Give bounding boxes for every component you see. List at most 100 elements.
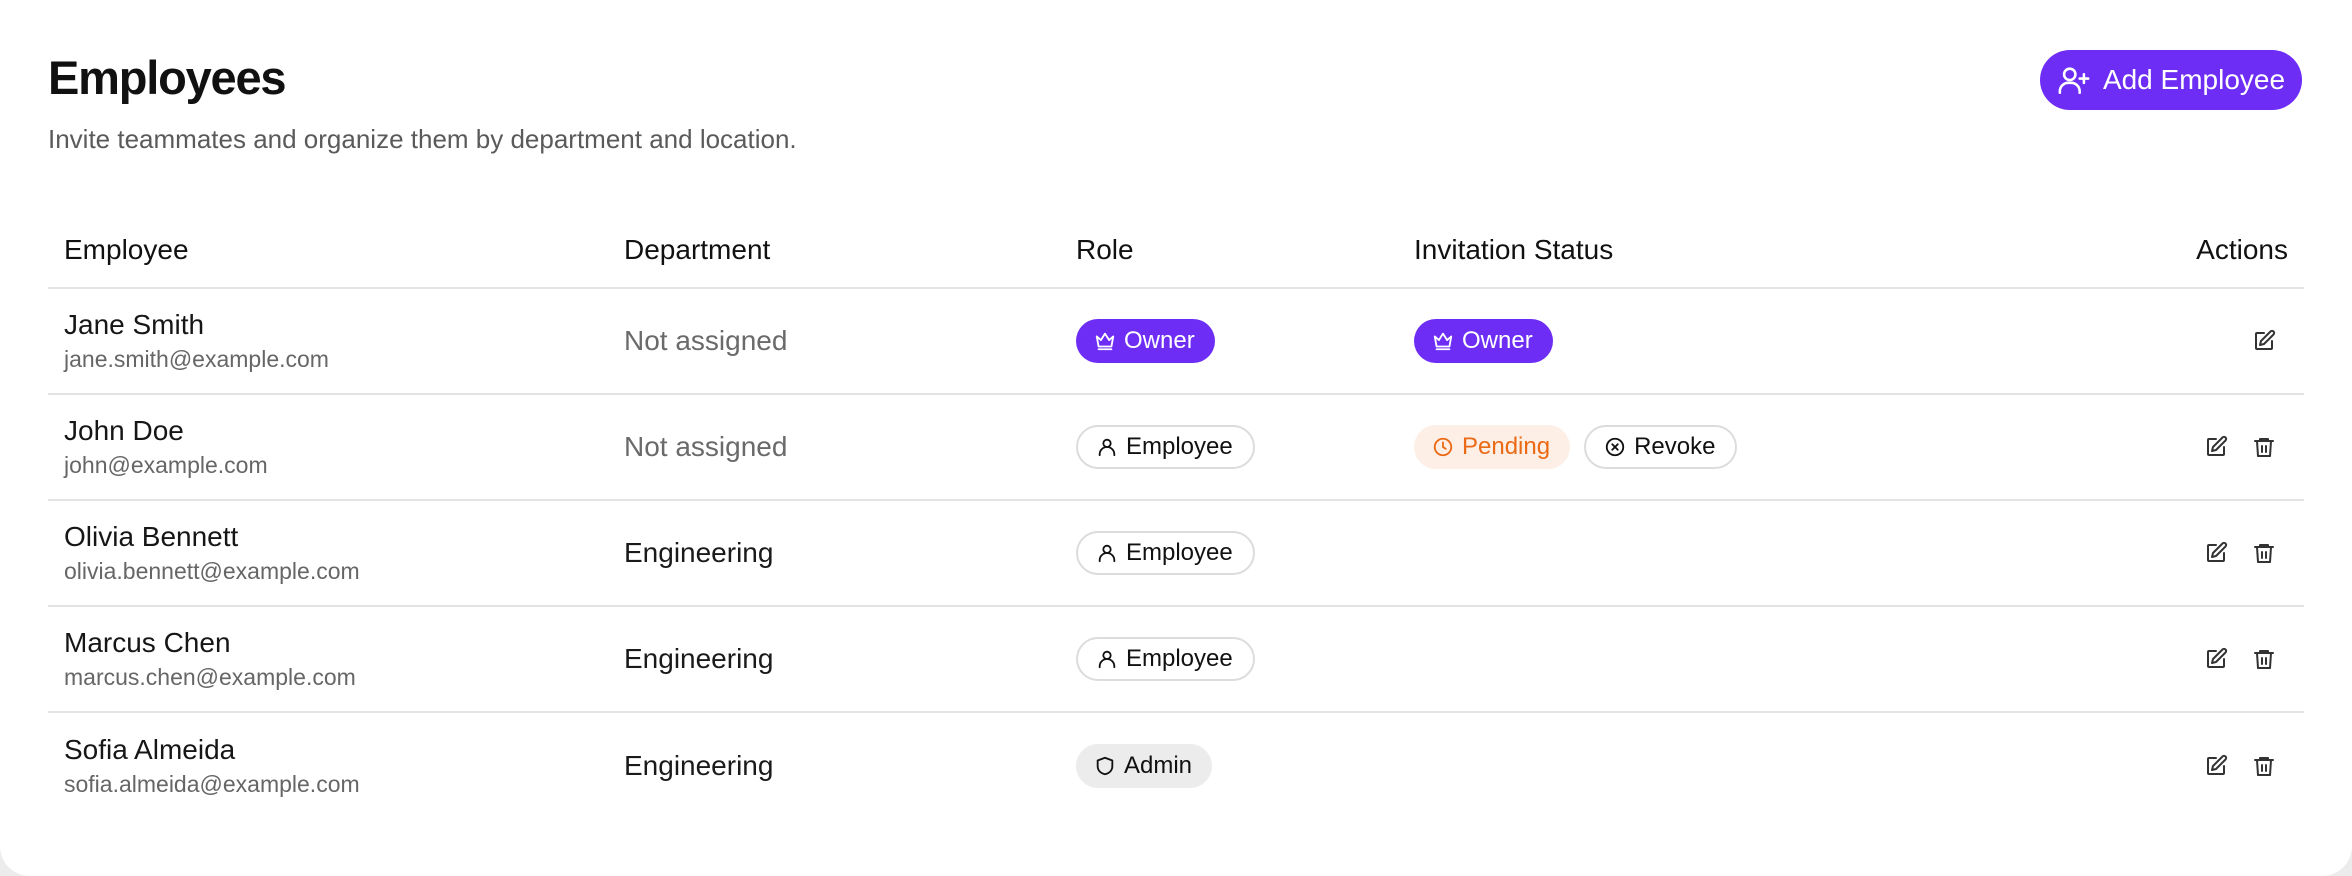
revoke-invitation-button[interactable]: Revoke <box>1584 425 1738 469</box>
edit-icon <box>2204 541 2228 565</box>
trash-icon <box>2252 541 2276 565</box>
department-value: Not assigned <box>624 431 788 462</box>
employees-card: Employees Invite teammates and organize … <box>0 0 2352 876</box>
actions-cell <box>2098 288 2304 395</box>
crown-icon <box>1432 330 1454 352</box>
employees-table: Employee Department Role Invitation Stat… <box>48 212 2304 818</box>
table-header-row: Employee Department Role Invitation Stat… <box>48 212 2304 289</box>
add-employee-button[interactable]: Add Employee <box>2040 50 2302 110</box>
edit-employee-button[interactable] <box>2200 643 2232 675</box>
employee-name: Olivia Bennett <box>64 521 239 552</box>
department-cell: Engineering <box>608 500 1060 607</box>
column-header-department: Department <box>608 212 1060 289</box>
employee-email: john@example.com <box>64 452 268 478</box>
invitation-status-cell <box>1398 712 2098 818</box>
employee-cell: Sofia Almeida sofia.almeida@example.com <box>48 712 608 818</box>
department-value: Engineering <box>624 643 774 674</box>
invitation-status-cell <box>1398 500 2098 607</box>
delete-employee-button[interactable] <box>2248 431 2280 463</box>
department-value: Not assigned <box>624 325 788 356</box>
column-header-role: Role <box>1060 212 1398 289</box>
clock-icon <box>1432 436 1454 458</box>
trash-icon <box>2252 754 2276 778</box>
edit-icon <box>2204 754 2228 778</box>
department-cell: Engineering <box>608 712 1060 818</box>
table-row: Jane Smith jane.smith@example.com Not as… <box>48 288 2304 395</box>
table-row: Olivia Bennett olivia.bennett@example.co… <box>48 500 2304 607</box>
user-icon <box>1096 436 1118 458</box>
actions-cell <box>2098 712 2304 818</box>
status-badge-label: Owner <box>1462 327 1533 354</box>
edit-employee-button[interactable] <box>2248 325 2280 357</box>
role-badge: Employee <box>1076 425 1255 469</box>
user-icon <box>1096 542 1118 564</box>
delete-employee-button[interactable] <box>2248 537 2280 569</box>
revoke-label: Revoke <box>1634 433 1716 460</box>
role-badge: Owner <box>1076 319 1215 363</box>
employee-cell: Olivia Bennett olivia.bennett@example.co… <box>48 500 608 607</box>
column-header-actions: Actions <box>2098 212 2304 289</box>
invitation-status-cell: Owner <box>1398 288 2098 395</box>
delete-employee-button[interactable] <box>2248 643 2280 675</box>
role-badge: Admin <box>1076 743 1213 788</box>
page-subtitle: Invite teammates and organize them by de… <box>48 124 797 154</box>
edit-icon <box>2252 329 2276 353</box>
employee-name: Marcus Chen <box>64 627 231 658</box>
employee-email: marcus.chen@example.com <box>64 664 356 690</box>
department-cell: Engineering <box>608 606 1060 713</box>
role-cell: Owner <box>1060 288 1398 395</box>
page-title: Employees <box>48 51 287 104</box>
shield-icon <box>1094 755 1116 777</box>
edit-icon <box>2204 435 2228 459</box>
department-value: Engineering <box>624 749 774 781</box>
invitation-status-cell: Pending Revoke <box>1398 394 2098 501</box>
employee-cell: John Doe john@example.com <box>48 394 608 501</box>
role-cell: Admin <box>1060 712 1398 818</box>
department-value: Engineering <box>624 537 774 568</box>
employee-email: sofia.almeida@example.com <box>64 770 360 797</box>
role-badge-label: Admin <box>1124 751 1193 779</box>
actions-cell <box>2098 500 2304 607</box>
status-badge: Owner <box>1414 319 1553 363</box>
employee-name: Jane Smith <box>64 309 205 340</box>
add-employee-label: Add Employee <box>2102 64 2286 95</box>
employee-cell: Marcus Chen marcus.chen@example.com <box>48 606 608 713</box>
trash-icon <box>2252 435 2276 459</box>
role-badge: Employee <box>1076 637 1255 681</box>
edit-employee-button[interactable] <box>2200 537 2232 569</box>
role-badge-label: Employee <box>1126 645 1233 672</box>
user-icon <box>1096 648 1118 670</box>
role-cell: Employee <box>1060 500 1398 607</box>
employee-name: Sofia Almeida <box>64 733 236 765</box>
delete-employee-button[interactable] <box>2248 750 2280 782</box>
department-cell: Not assigned <box>608 288 1060 395</box>
employee-email: jane.smith@example.com <box>64 346 329 372</box>
invitation-status-cell <box>1398 606 2098 713</box>
status-badge: Pending <box>1414 425 1571 469</box>
role-badge-label: Employee <box>1126 539 1233 566</box>
edit-employee-button[interactable] <box>2200 431 2232 463</box>
actions-cell <box>2098 606 2304 713</box>
crown-icon <box>1094 330 1116 352</box>
x-circle-icon <box>1604 436 1626 458</box>
table-row: Marcus Chen marcus.chen@example.com Engi… <box>48 606 2304 713</box>
employee-name: John Doe <box>64 415 184 446</box>
column-header-invitation-status: Invitation Status <box>1398 212 2098 289</box>
role-badge-label: Owner <box>1124 327 1195 354</box>
column-header-employee: Employee <box>48 212 608 289</box>
status-badge-label: Pending <box>1462 433 1551 460</box>
table-row: Sofia Almeida sofia.almeida@example.com … <box>48 712 2304 818</box>
employee-cell: Jane Smith jane.smith@example.com <box>48 288 608 395</box>
user-plus-icon <box>2057 63 2091 97</box>
role-badge-label: Employee <box>1126 433 1233 460</box>
role-badge: Employee <box>1076 531 1255 575</box>
edit-employee-button[interactable] <box>2200 750 2232 782</box>
department-cell: Not assigned <box>608 394 1060 501</box>
actions-cell <box>2098 394 2304 501</box>
table-row: John Doe john@example.com Not assigned E… <box>48 394 2304 501</box>
trash-icon <box>2252 647 2276 671</box>
edit-icon <box>2204 647 2228 671</box>
role-cell: Employee <box>1060 606 1398 713</box>
employee-email: olivia.bennett@example.com <box>64 558 360 584</box>
role-cell: Employee <box>1060 394 1398 501</box>
